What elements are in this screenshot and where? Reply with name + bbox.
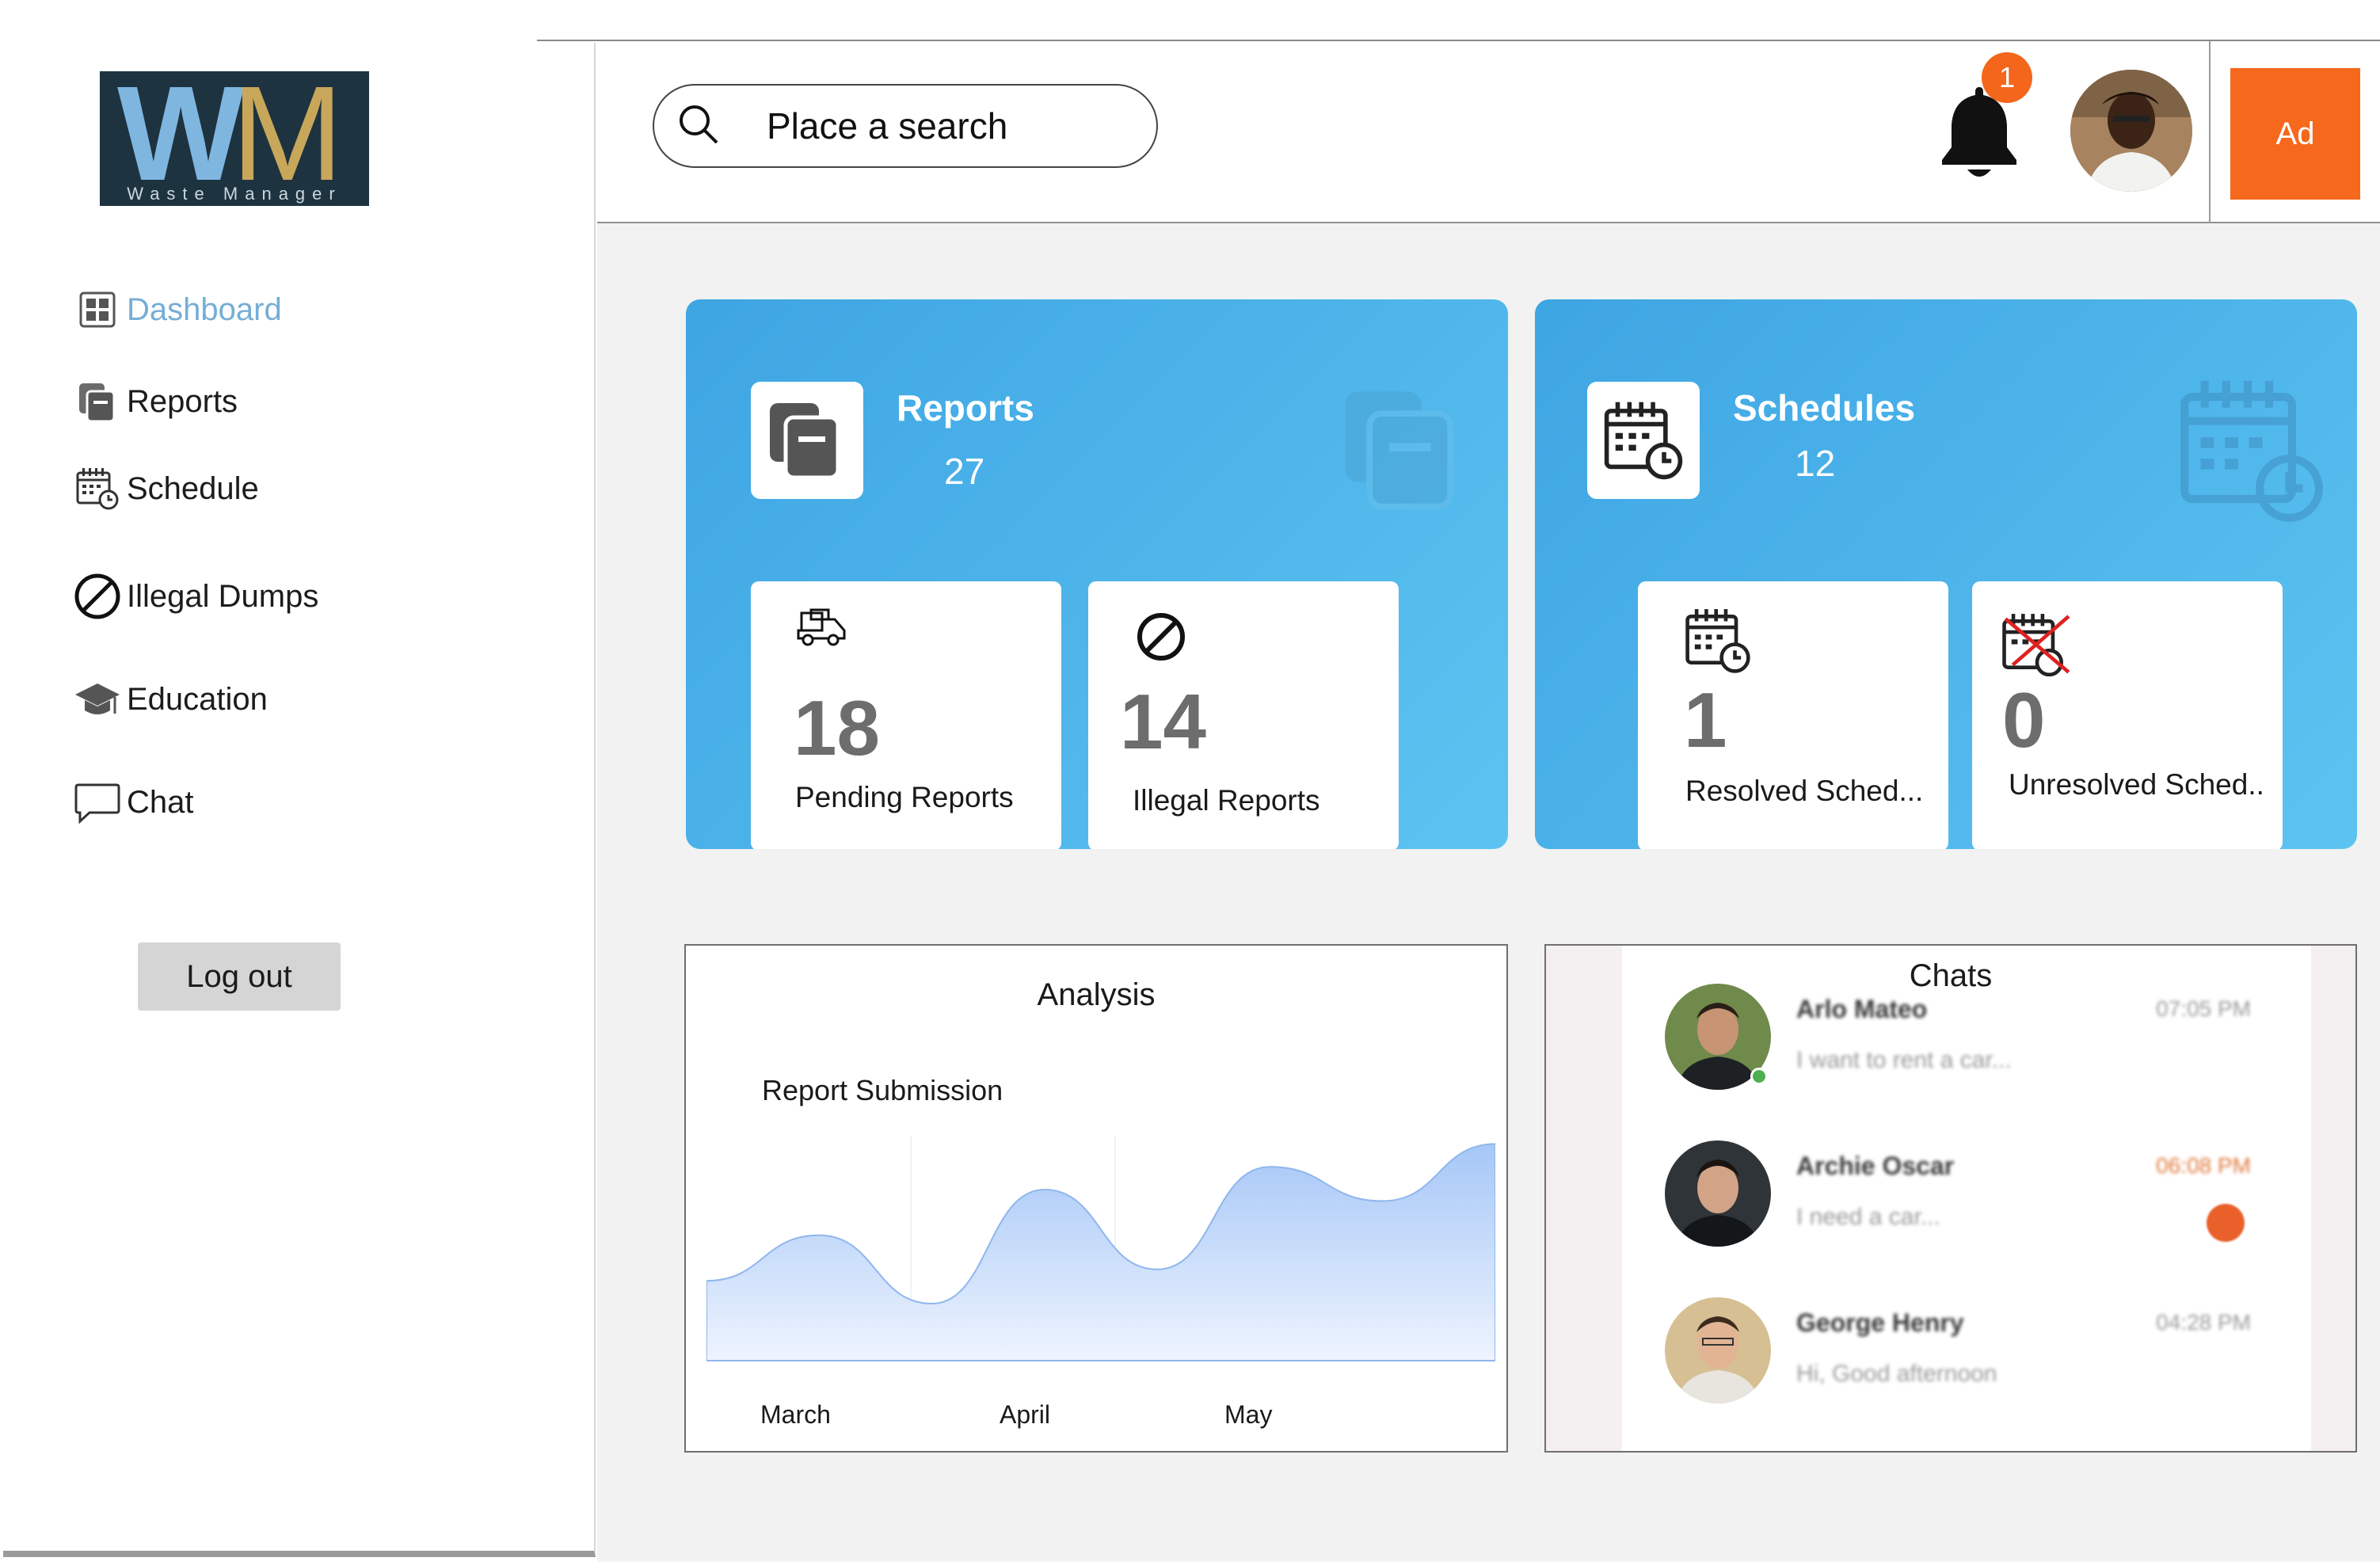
prohibited-icon bbox=[73, 572, 122, 621]
calendar-clock-icon bbox=[73, 464, 122, 513]
illegal-reports-value: 14 bbox=[1120, 678, 1207, 765]
reports-watermark-icon bbox=[1335, 382, 1470, 520]
sidebar-item-label: Education bbox=[127, 681, 268, 717]
top-bar: Place a search 1 Ad bbox=[597, 41, 2380, 223]
chat-bubble-icon bbox=[73, 778, 122, 827]
unread-badge bbox=[2207, 1204, 2245, 1242]
pending-reports-value: 18 bbox=[794, 684, 881, 771]
sidebar-item-label: Chat bbox=[127, 784, 194, 820]
reports-card[interactable]: Reports 27 18 Pending Reports 14 Illegal… bbox=[686, 299, 1508, 849]
sidebar-item-label: Reports bbox=[127, 383, 238, 419]
chat-preview: Hi, Good afternoon bbox=[1796, 1361, 1997, 1387]
illegal-reports-tile[interactable]: 14 Illegal Reports bbox=[1088, 581, 1399, 849]
sidebar-item-schedule[interactable]: Schedule bbox=[73, 461, 259, 516]
prohibited-icon bbox=[1133, 608, 1190, 665]
logo[interactable]: W M Waste Manager bbox=[100, 71, 369, 206]
sidebar-item-education[interactable]: Education bbox=[73, 672, 268, 727]
sidebar-item-label: Schedule bbox=[127, 470, 259, 506]
illegal-reports-label: Illegal Reports bbox=[1133, 784, 1320, 817]
unresolved-schedules-label: Unresolved Sched.. bbox=[2009, 768, 2264, 801]
series-area bbox=[706, 1143, 1495, 1361]
logout-button[interactable]: Log out bbox=[138, 942, 341, 1011]
report-submission-area-chart bbox=[706, 1136, 1495, 1361]
graduation-cap-icon bbox=[73, 675, 122, 724]
sidebar: W M Waste Manager Dashboard Reports Sche… bbox=[3, 43, 596, 1557]
chats-panel-edge bbox=[2311, 946, 2355, 1451]
resolved-schedules-value: 1 bbox=[1684, 676, 1727, 763]
pending-reports-label: Pending Reports bbox=[795, 781, 1014, 813]
sidebar-item-reports[interactable]: Reports bbox=[73, 374, 238, 429]
chats-panel-edge bbox=[1546, 946, 1622, 1451]
analysis-title: Analysis bbox=[1037, 977, 1156, 1012]
logo-w: W bbox=[117, 71, 245, 206]
schedules-card-title: Schedules bbox=[1733, 387, 1916, 428]
x-axis-label-may: May bbox=[1224, 1400, 1273, 1429]
sidebar-item-chat[interactable]: Chat bbox=[73, 775, 194, 830]
calendar-clock-icon bbox=[1684, 607, 1752, 675]
pending-reports-tile[interactable]: 18 Pending Reports bbox=[751, 581, 1061, 849]
logo-m: M bbox=[231, 71, 344, 206]
sidebar-item-label: Dashboard bbox=[127, 291, 282, 327]
chat-time: 04:28 PM bbox=[2156, 1310, 2251, 1335]
resolved-schedules-label: Resolved Sched... bbox=[1685, 775, 1924, 807]
schedules-card-count: 12 bbox=[1795, 443, 1836, 484]
reports-copy-icon bbox=[751, 382, 863, 499]
resolved-schedules-tile[interactable]: 1 Resolved Sched... bbox=[1638, 581, 1948, 849]
analysis-panel: Analysis Report Submission March April M… bbox=[684, 944, 1508, 1453]
chat-time: 07:05 PM bbox=[2156, 996, 2251, 1021]
topbar-separator bbox=[2209, 41, 2211, 223]
reports-card-count: 27 bbox=[944, 451, 985, 492]
sidebar-item-illegal-dumps[interactable]: Illegal Dumps bbox=[73, 569, 318, 624]
dashboard-grid-icon bbox=[73, 285, 122, 334]
chat-name: George Henry bbox=[1796, 1308, 1964, 1337]
x-axis-label-march: March bbox=[760, 1400, 831, 1429]
user-avatar[interactable] bbox=[2070, 70, 2192, 192]
online-status-dot bbox=[1750, 1068, 1768, 1085]
logo-tagline: Waste Manager bbox=[127, 184, 342, 204]
chats-panel: Chats Arlo Mateo I want to rent a car...… bbox=[1544, 944, 2357, 1453]
chart-title: Report Submission bbox=[762, 1074, 1003, 1106]
chat-item[interactable]: Archie Oscar I need a car... 06:08 PM bbox=[1665, 1140, 2267, 1259]
ad-button[interactable]: Ad bbox=[2230, 68, 2360, 200]
sidebar-item-label: Illegal Dumps bbox=[127, 578, 319, 614]
calendar-clock-icon bbox=[1587, 382, 1700, 499]
unresolved-schedules-tile[interactable]: 0 Unresolved Sched.. bbox=[1972, 581, 2283, 849]
schedules-card[interactable]: Schedules 12 1 Resolved Sched... 0 Unres… bbox=[1535, 299, 2357, 849]
chat-avatar bbox=[1665, 1140, 1771, 1247]
search-input[interactable]: Place a search bbox=[653, 84, 1158, 168]
x-axis-label-april: April bbox=[1000, 1400, 1051, 1429]
chat-name: Arlo Mateo bbox=[1796, 995, 1928, 1023]
unresolved-schedules-value: 0 bbox=[2002, 676, 2046, 763]
calendar-crossed-icon bbox=[1999, 611, 2075, 680]
chat-preview: I need a car... bbox=[1796, 1204, 1940, 1230]
chat-name: Archie Oscar bbox=[1796, 1152, 1955, 1180]
search-placeholder: Place a search bbox=[767, 105, 1008, 147]
dashboard-main: Reports 27 18 Pending Reports 14 Illegal… bbox=[597, 223, 2380, 1562]
search-icon bbox=[676, 102, 721, 150]
chat-avatar bbox=[1665, 1297, 1771, 1403]
chat-time: 06:08 PM bbox=[2156, 1153, 2251, 1178]
chat-item[interactable]: Arlo Mateo I want to rent a car... 07:05… bbox=[1665, 984, 2267, 1102]
sidebar-item-dashboard[interactable]: Dashboard bbox=[73, 282, 282, 337]
notification-badge: 1 bbox=[1982, 52, 2032, 103]
truck-icon bbox=[795, 608, 852, 665]
chat-item[interactable]: George Henry Hi, Good afternoon 04:28 PM bbox=[1665, 1297, 2267, 1416]
chat-preview: I want to rent a car... bbox=[1796, 1047, 2012, 1073]
reports-card-title: Reports bbox=[897, 387, 1034, 428]
schedules-watermark-icon bbox=[2176, 375, 2327, 530]
reports-copy-icon bbox=[73, 377, 122, 426]
